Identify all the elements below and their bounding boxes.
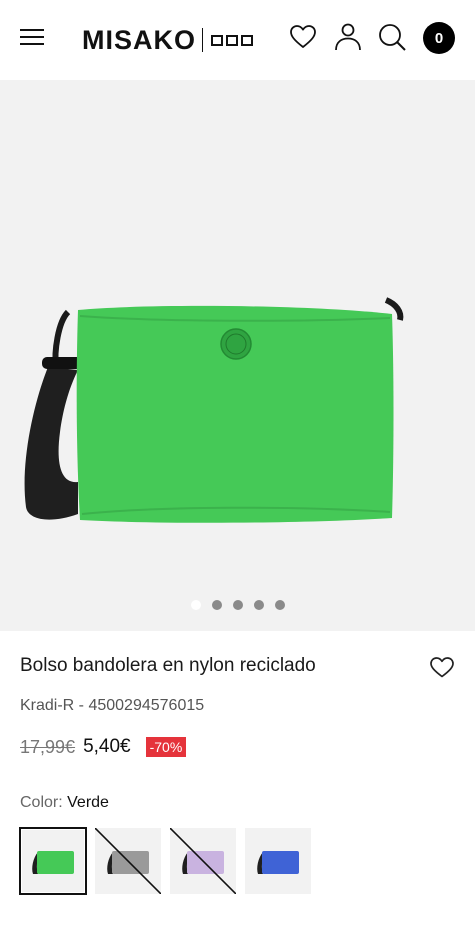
brand-name: MISAKO <box>82 24 196 55</box>
product-reference: Kradi-R - 4500294576015 <box>20 697 205 714</box>
search-icon[interactable] <box>377 22 407 52</box>
discount-badge: -70% <box>145 737 187 757</box>
user-icon[interactable] <box>333 22 363 52</box>
color-selection-label: Color: Verde <box>20 794 109 812</box>
site-header: MISAKO 0 <box>0 0 475 80</box>
gallery-pagination <box>0 600 475 610</box>
color-label: Color: <box>20 794 63 811</box>
brand-logo[interactable]: MISAKO <box>82 24 253 56</box>
cart-button[interactable]: 0 <box>423 22 455 54</box>
gallery-dot[interactable] <box>253 600 264 610</box>
menu-icon[interactable] <box>20 28 44 46</box>
color-value: Verde <box>67 794 109 811</box>
gallery-dot[interactable] <box>190 600 201 610</box>
gallery-dot[interactable] <box>274 600 285 610</box>
wishlist-heart-icon[interactable] <box>288 22 318 52</box>
gallery-dot[interactable] <box>232 600 243 610</box>
price-row: 17,99€ 5,40€ -70% <box>20 736 187 758</box>
add-to-wishlist-heart-icon[interactable] <box>429 655 455 679</box>
color-swatch-azul[interactable] <box>245 828 311 894</box>
swatch-bag-thumbnail <box>32 851 74 874</box>
gallery-dot[interactable] <box>211 600 222 610</box>
logo-mark <box>211 34 253 46</box>
product-title: Bolso bandolera en nylon reciclado <box>20 655 316 676</box>
unavailable-slash-icon <box>170 828 236 894</box>
product-gallery[interactable] <box>0 80 475 631</box>
unavailable-slash-icon <box>95 828 161 894</box>
color-swatches <box>19 827 311 895</box>
sale-price: 5,40€ <box>83 736 131 757</box>
cart-count: 0 <box>434 29 444 47</box>
color-swatch-lila[interactable] <box>170 828 236 894</box>
color-swatch-gris[interactable] <box>95 828 161 894</box>
swatch-bag-thumbnail <box>257 851 299 874</box>
logo-divider <box>202 28 203 52</box>
original-price: 17,99€ <box>20 736 76 757</box>
color-swatch-verde[interactable] <box>19 827 87 895</box>
product-image-green-bag <box>24 297 404 523</box>
